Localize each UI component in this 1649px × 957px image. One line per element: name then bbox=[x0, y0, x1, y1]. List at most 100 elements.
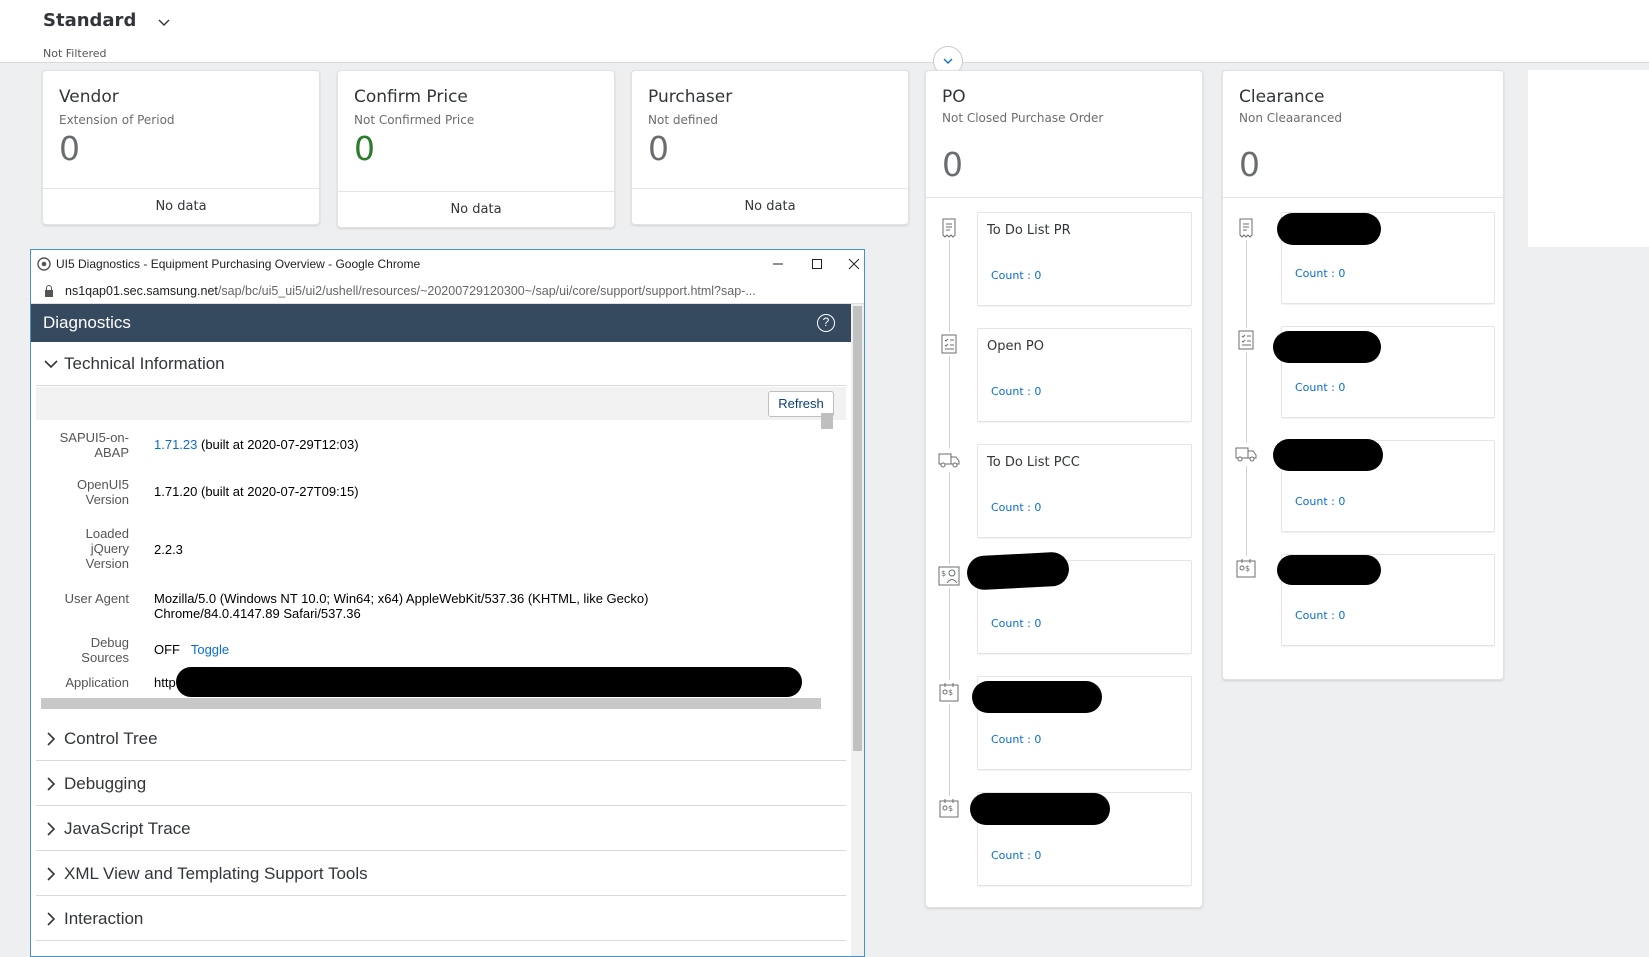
card-footer: No data bbox=[43, 188, 319, 224]
truck-icon bbox=[937, 448, 961, 472]
list-item[interactable]: Open PO Count : 0 bbox=[977, 328, 1192, 422]
javascript-trace-header[interactable]: JavaScript Trace bbox=[36, 807, 846, 851]
section-title: Technical Information bbox=[64, 354, 225, 373]
redacted-label bbox=[972, 681, 1102, 713]
help-icon[interactable]: ? bbox=[817, 314, 835, 332]
card-value: 0 bbox=[59, 129, 80, 168]
info-key: Application bbox=[65, 675, 129, 690]
list-item[interactable]: To Do List PCC Count : 0 bbox=[977, 444, 1192, 538]
item-count[interactable]: Count : 0 bbox=[991, 501, 1041, 514]
item-label: To Do List PR bbox=[987, 223, 1071, 238]
card-value: 0 bbox=[648, 129, 669, 168]
po-timeline: To Do List PR Count : 0 Open PO Count : … bbox=[926, 197, 1202, 908]
variant-title[interactable]: Standard bbox=[43, 10, 136, 31]
po-card[interactable]: PO Not Closed Purchase Order 0 To Do Lis… bbox=[925, 70, 1203, 908]
address-bar[interactable]: ns1qap01.sec.samsung.net/sap/bc/ui5_ui5/… bbox=[31, 278, 864, 304]
filter-status: Not Filtered bbox=[43, 47, 107, 60]
item-count[interactable]: Count : 0 bbox=[1295, 609, 1345, 622]
control-tree-header[interactable]: Control Tree bbox=[36, 717, 846, 761]
redacted-label bbox=[1277, 555, 1381, 585]
info-value: 1.71.20 (built at 2020-07-27T09:15) bbox=[154, 484, 359, 499]
lock-icon bbox=[45, 285, 53, 297]
close-button[interactable] bbox=[840, 254, 864, 274]
close-icon bbox=[848, 258, 860, 270]
inner-scrollbar-thumb[interactable] bbox=[821, 413, 833, 429]
diagnostics-window[interactable]: UI5 Diagnostics - Equipment Purchasing O… bbox=[30, 249, 865, 957]
info-key: OpenUI5 Version bbox=[39, 477, 129, 507]
item-count[interactable]: Count : 0 bbox=[1295, 381, 1345, 394]
horizontal-scrollbar[interactable] bbox=[41, 698, 821, 709]
interaction-header[interactable]: Interaction bbox=[36, 897, 846, 941]
list-item[interactable]: Count : 0 bbox=[972, 676, 1192, 770]
info-key: User Agent bbox=[64, 591, 129, 606]
minimize-icon bbox=[773, 263, 783, 265]
card-title: Clearance bbox=[1239, 87, 1325, 107]
technical-information-header[interactable]: Technical Information bbox=[36, 342, 846, 386]
purchaser-card[interactable]: Purchaser Not defined 0 No data bbox=[631, 70, 909, 225]
document-money-icon: $ bbox=[1234, 556, 1258, 580]
clearance-card[interactable]: Clearance Non Cleaaranced 0 Count : 0 Co… bbox=[1222, 70, 1504, 680]
maximize-icon bbox=[812, 259, 822, 269]
chevron-down-icon bbox=[943, 58, 953, 64]
card-title: Vendor bbox=[59, 87, 119, 107]
card-subtitle: Not Confirmed Price bbox=[354, 113, 475, 127]
card-value: 0 bbox=[354, 129, 375, 168]
redacted-label bbox=[970, 793, 1110, 825]
item-count[interactable]: Count : 0 bbox=[991, 269, 1041, 282]
minimize-button[interactable] bbox=[764, 254, 792, 274]
info-key-line: Version bbox=[85, 556, 129, 571]
info-key-line: jQuery bbox=[90, 541, 129, 556]
window-titlebar[interactable]: UI5 Diagnostics - Equipment Purchasing O… bbox=[31, 250, 864, 278]
redacted-url bbox=[176, 667, 802, 697]
page-header: Standard Not Filtered bbox=[0, 0, 1649, 63]
card-footer: No data bbox=[632, 188, 908, 224]
document-money-icon: $ bbox=[937, 796, 961, 820]
redacted-label bbox=[1277, 213, 1381, 245]
svg-text:$: $ bbox=[941, 569, 946, 578]
info-key: SAPUI5-on- ABAP bbox=[39, 430, 129, 460]
item-count[interactable]: Count : 0 bbox=[991, 849, 1041, 862]
maximize-button[interactable] bbox=[803, 254, 831, 274]
checklist-icon bbox=[1234, 328, 1258, 352]
card-subtitle: Extension of Period bbox=[59, 113, 175, 127]
section-title: Interaction bbox=[64, 909, 144, 928]
clearance-timeline: Count : 0 Count : 0 Count : 0 $ Count : … bbox=[1223, 197, 1503, 680]
card-title: Confirm Price bbox=[354, 87, 468, 107]
item-count[interactable]: Count : 0 bbox=[991, 733, 1041, 746]
chevron-down-icon[interactable] bbox=[156, 14, 172, 30]
info-key-line: Sources bbox=[81, 650, 129, 665]
version-link[interactable]: 1.71.23 bbox=[154, 437, 197, 452]
truck-icon bbox=[1234, 442, 1258, 466]
card-value: 0 bbox=[942, 145, 963, 184]
section-title: Control Tree bbox=[64, 729, 158, 748]
info-key-line: SAPUI5-on- bbox=[59, 430, 129, 445]
confirm-price-card[interactable]: Confirm Price Not Confirmed Price 0 No d… bbox=[337, 70, 615, 228]
list-item[interactable]: Count : 0 bbox=[1273, 439, 1495, 532]
receipt-icon bbox=[937, 216, 961, 240]
svg-text:$: $ bbox=[948, 688, 953, 697]
list-item[interactable]: Count : 0 bbox=[1277, 554, 1495, 646]
section-title: JavaScript Trace bbox=[64, 819, 191, 838]
xml-view-tools-header[interactable]: XML View and Templating Support Tools bbox=[36, 852, 846, 896]
vendor-card[interactable]: Vendor Extension of Period 0 No data bbox=[42, 70, 320, 225]
vertical-scrollbar[interactable] bbox=[851, 304, 864, 956]
info-value-line: Chrome/84.0.4147.89 Safari/537.36 bbox=[154, 606, 361, 621]
chrome-icon bbox=[37, 257, 51, 271]
list-item[interactable]: Count : 0 bbox=[1277, 212, 1495, 304]
item-count[interactable]: Count : 0 bbox=[1295, 495, 1345, 508]
chevron-right-icon bbox=[47, 822, 56, 836]
debug-status: OFF bbox=[154, 642, 180, 657]
item-count[interactable]: Count : 0 bbox=[991, 617, 1041, 630]
card-value: 0 bbox=[1239, 145, 1260, 184]
item-count[interactable]: Count : 0 bbox=[1295, 267, 1345, 280]
debug-toggle-link[interactable]: Toggle bbox=[191, 642, 229, 657]
list-item[interactable]: Count : 0 bbox=[966, 551, 1192, 654]
scrollbar-thumb[interactable] bbox=[853, 306, 862, 751]
info-value: Mozilla/5.0 (Windows NT 10.0; Win64; x64… bbox=[154, 591, 648, 621]
debugging-header[interactable]: Debugging bbox=[36, 762, 846, 806]
list-item[interactable]: Count : 0 bbox=[1273, 326, 1495, 418]
item-label: Open PO bbox=[987, 339, 1044, 354]
item-count[interactable]: Count : 0 bbox=[991, 385, 1041, 398]
list-item[interactable]: Count : 0 bbox=[970, 792, 1192, 886]
list-item[interactable]: To Do List PR Count : 0 bbox=[977, 212, 1192, 306]
